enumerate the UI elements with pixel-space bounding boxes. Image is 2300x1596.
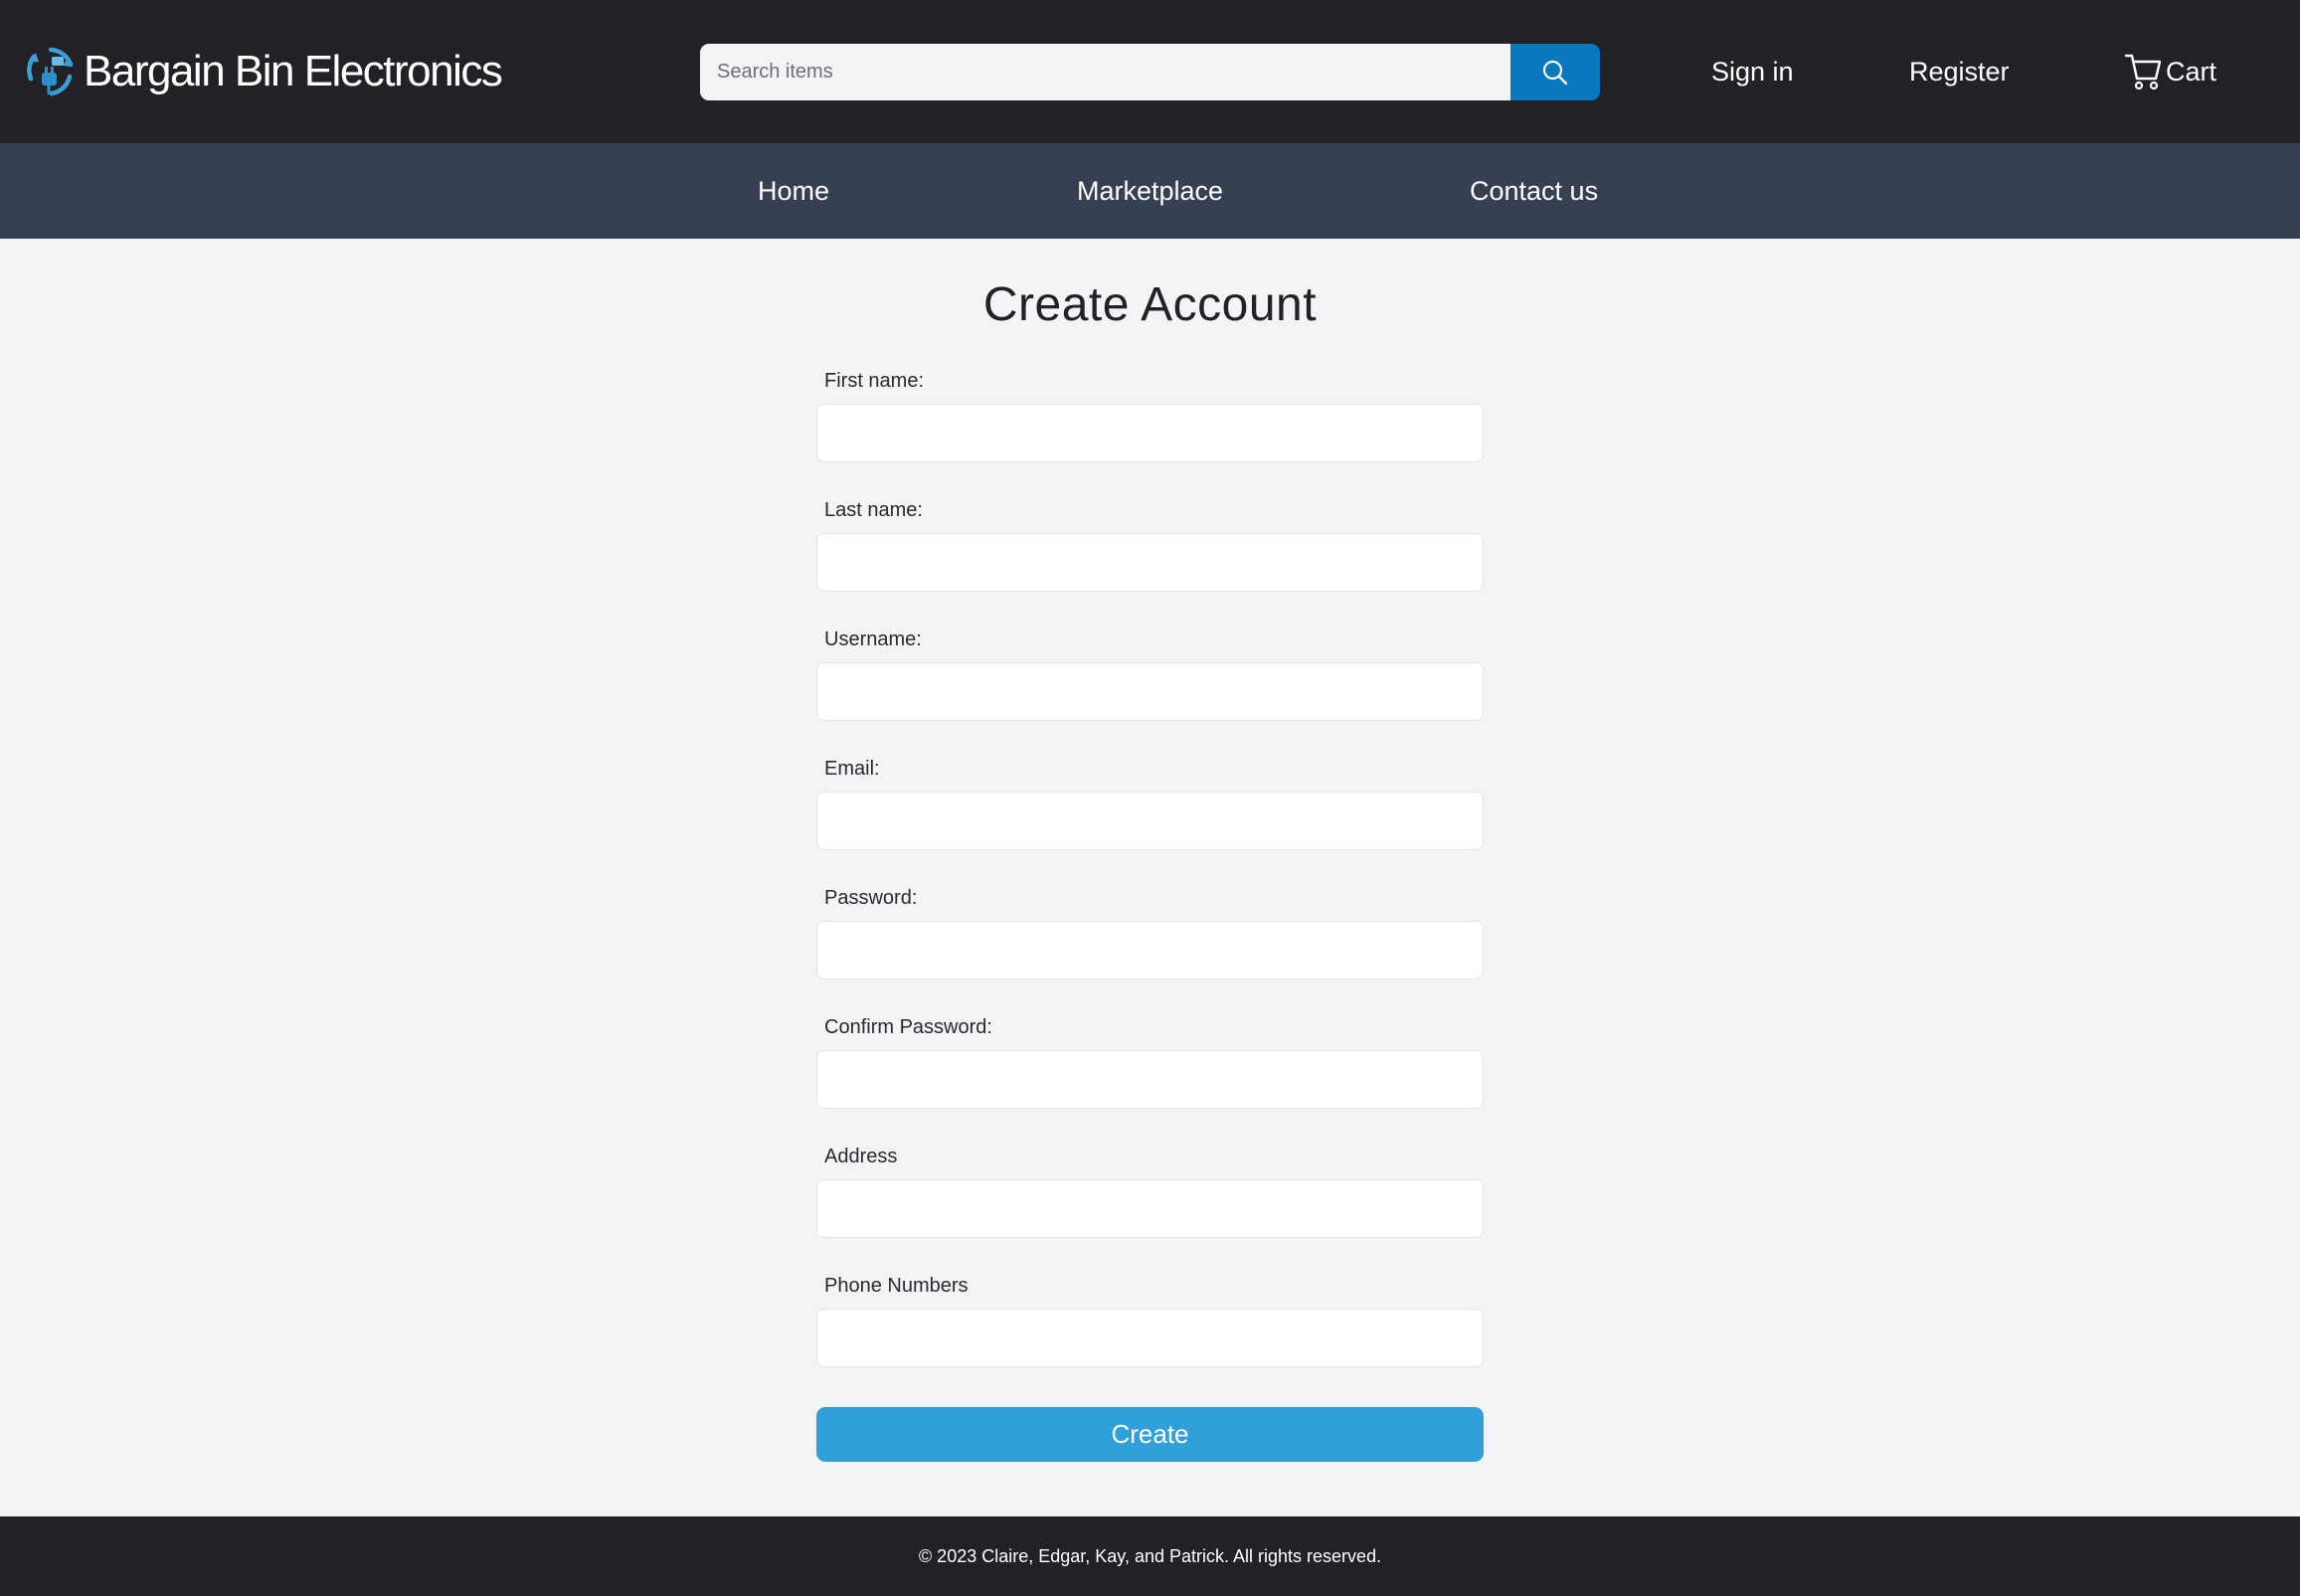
phone-numbers-label: Phone Numbers [824,1275,969,1297]
plug-recycle-logo-icon [27,47,74,96]
search-input[interactable] [700,44,1510,100]
footer: © 2023 Claire, Edgar, Kay, and Patrick. … [0,1516,2300,1596]
brand-name: Bargain Bin Electronics [84,47,503,95]
phone-numbers-field[interactable] [816,1309,1484,1367]
search-button[interactable] [1510,44,1600,100]
address-field[interactable] [816,1179,1484,1238]
address-label: Address [824,1146,898,1167]
sign-in-link[interactable]: Sign in [1711,50,1794,93]
first-name-label: First name: [824,370,925,392]
last-name-field[interactable] [816,533,1484,592]
last-name-label: Last name: [824,499,923,521]
nav-home[interactable]: Home [758,169,829,213]
confirm-password-field[interactable] [816,1050,1484,1109]
cart-label: Cart [2166,57,2217,87]
username-field[interactable] [816,662,1484,721]
cart-link[interactable]: Cart [2124,50,2216,93]
search-bar [700,44,1600,100]
top-header: Bargain Bin Electronics Sign in Register… [0,0,2300,143]
confirm-password-label: Confirm Password: [824,1016,992,1038]
search-icon [1542,60,1568,85]
page-title: Create Account [982,278,1318,331]
email-field[interactable] [816,792,1484,850]
password-label: Password: [824,887,918,909]
cart-icon [2124,54,2162,90]
copyright-text: © 2023 Claire, Edgar, Kay, and Patrick. … [918,1546,1382,1566]
main-nav: Home Marketplace Contact us [0,143,2300,239]
register-link[interactable]: Register [1909,50,2010,93]
username-label: Username: [824,628,922,650]
create-button[interactable]: Create [816,1407,1484,1462]
nav-contact-us[interactable]: Contact us [1470,169,1598,213]
email-label: Email: [824,758,880,780]
first-name-field[interactable] [816,404,1484,462]
nav-marketplace[interactable]: Marketplace [1077,169,1223,213]
password-field[interactable] [816,921,1484,979]
brand-link[interactable]: Bargain Bin Electronics [24,44,503,99]
